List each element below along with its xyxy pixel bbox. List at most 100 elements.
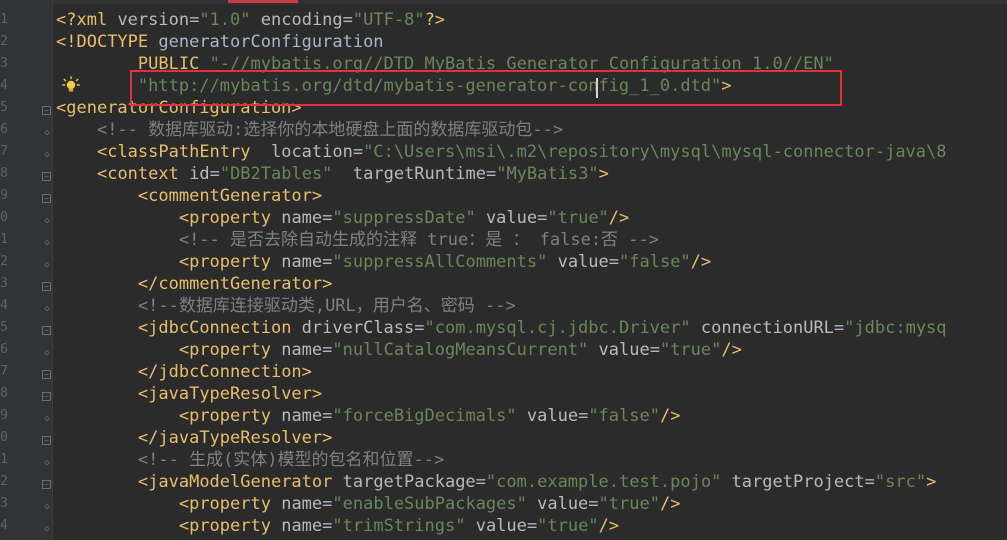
tag-name: context (107, 164, 179, 184)
tag-close: > (322, 428, 333, 448)
equals: = (537, 208, 548, 228)
tag-open: < (178, 340, 190, 360)
code-line-12[interactable]: <property name="suppressAllComments" val… (56, 251, 711, 273)
tag-close: > (598, 164, 609, 184)
attr-name: encoding (250, 10, 343, 30)
attr-name: targetPackage (332, 472, 476, 492)
fold-marker-icon: ◇ (44, 216, 50, 226)
code-editor[interactable]: 1 2 3 4 5 6 7 8 9 0 1 2 3 4 5 6 7 8 9 0 … (0, 0, 1007, 540)
tag-name: jdbcConnection (148, 318, 292, 338)
fold-marker-icon: ◇ (44, 260, 50, 270)
code-line-13[interactable]: </commentGenerator> (56, 273, 333, 295)
equals: = (485, 164, 497, 184)
attr-name: value (526, 494, 589, 514)
code-line-8[interactable]: <context id="DB2Tables" targetRuntime="M… (56, 163, 609, 185)
tag-close: > (301, 362, 312, 382)
line-number: 0 (0, 430, 8, 445)
comment: <!-- 数据库驱动:选择你的本地硬盘上面的数据库驱动包--> (96, 120, 564, 140)
attr-value: "false" (588, 406, 660, 426)
code-line-1[interactable]: <?xml version="1.0" encoding="UTF-8"?> (56, 9, 445, 31)
line-number: 5 (0, 100, 8, 115)
tag-open: </ (137, 362, 159, 382)
attr-name: version (107, 10, 190, 30)
fold-collapse-icon[interactable]: − (42, 392, 51, 401)
code-line-6[interactable]: <!-- 数据库驱动:选择你的本地硬盘上面的数据库驱动包--> (56, 119, 563, 141)
fold-collapse-icon[interactable]: − (42, 370, 51, 379)
fold-collapse-icon[interactable]: − (42, 106, 51, 115)
tag-close: /> (659, 494, 681, 514)
attr-value: "true" (659, 340, 722, 360)
attr-value: "src" (874, 472, 927, 492)
equals: = (322, 252, 333, 272)
code-line-23[interactable]: <property name="enableSubPackages" value… (56, 493, 681, 515)
equals: = (578, 406, 589, 426)
code-line-22[interactable]: <javaModelGenerator targetPackage="com.e… (56, 471, 936, 493)
code-line-18[interactable]: <javaTypeResolver> (56, 383, 322, 405)
attr-value: "true" (598, 494, 660, 514)
attr-value: "UTF-8" (352, 10, 425, 30)
tag-open: < (137, 318, 149, 338)
code-line-10[interactable]: <property name="suppressDate" value="tru… (56, 207, 629, 229)
fold-collapse-icon[interactable]: − (42, 326, 51, 335)
line-number: 9 (0, 188, 8, 203)
fold-collapse-icon[interactable]: − (42, 282, 51, 291)
line-number: 7 (0, 144, 8, 159)
tag-close: /> (659, 406, 681, 426)
code-line-15[interactable]: <jdbcConnection driverClass="com.mysql.c… (56, 317, 947, 339)
tag-open: < (178, 516, 190, 536)
line-number: 2 (0, 254, 8, 269)
equals: = (352, 142, 364, 162)
attr-name: name (270, 494, 323, 514)
code-line-9[interactable]: <commentGenerator> (56, 185, 322, 207)
text-caret (596, 78, 598, 98)
code-line-20[interactable]: </javaTypeResolver> (56, 427, 333, 449)
attr-value: "trimStrings" (332, 516, 466, 536)
tag-open: < (56, 98, 67, 118)
tag-name: classPathEntry (107, 142, 251, 162)
fold-collapse-icon[interactable]: − (42, 480, 51, 489)
tag-close: > (311, 186, 323, 206)
attr-value: "suppressAllComments" (332, 252, 548, 272)
equals: = (322, 516, 333, 536)
code-line-24[interactable]: <property name="trimStrings" value="true… (56, 515, 619, 537)
tag-name: property (189, 494, 271, 514)
code-line-21[interactable]: <!-- 生成(实体)模型的包名和位置--> (56, 449, 444, 471)
doctype-keyword: DOCTYPE (76, 32, 149, 52)
code-line-7[interactable]: <classPathEntry location="C:\Users\msi\.… (56, 141, 947, 163)
code-line-19[interactable]: <property name="forceBigDecimals" value=… (56, 405, 681, 427)
code-line-14[interactable]: <!--数据库连接驱动类,URL，用户名、密码 --> (56, 295, 516, 317)
line-number-gutter[interactable]: 1 2 3 4 5 6 7 8 9 0 1 2 3 4 5 6 7 8 9 0 … (0, 0, 53, 540)
fold-marker-icon: ◇ (44, 502, 50, 512)
code-line-17[interactable]: </jdbcConnection> (56, 361, 312, 383)
tag-close: /> (608, 208, 630, 228)
fold-collapse-icon[interactable]: − (42, 194, 51, 203)
fold-collapse-icon[interactable]: − (42, 436, 51, 445)
tag-open: < (96, 164, 108, 184)
tag-name: commentGenerator (158, 274, 323, 294)
equals: = (526, 516, 538, 536)
tag-close: /> (598, 516, 620, 536)
attr-name: value (475, 208, 538, 228)
line-number: 5 (0, 320, 8, 335)
fold-collapse-icon[interactable]: − (42, 172, 51, 181)
code-line-16[interactable]: <property name="nullCatalogMeansCurrent"… (56, 339, 742, 361)
code-line-2[interactable]: <!DOCTYPE generatorConfiguration (56, 31, 384, 53)
line-number: 1 (0, 452, 8, 467)
tag-close: > (926, 472, 937, 492)
code-line-11[interactable]: <!-- 是否去除自动生成的注释 true：是 ： false:否 --> (56, 229, 659, 251)
attr-value: "C:\Users\msi\.m2\repository\mysql\mysql… (363, 142, 947, 162)
attr-value: "suppressDate" (332, 208, 476, 228)
attr-name: value (465, 516, 527, 536)
attr-name: name (270, 516, 323, 536)
fold-marker-icon: ◇ (44, 458, 50, 468)
